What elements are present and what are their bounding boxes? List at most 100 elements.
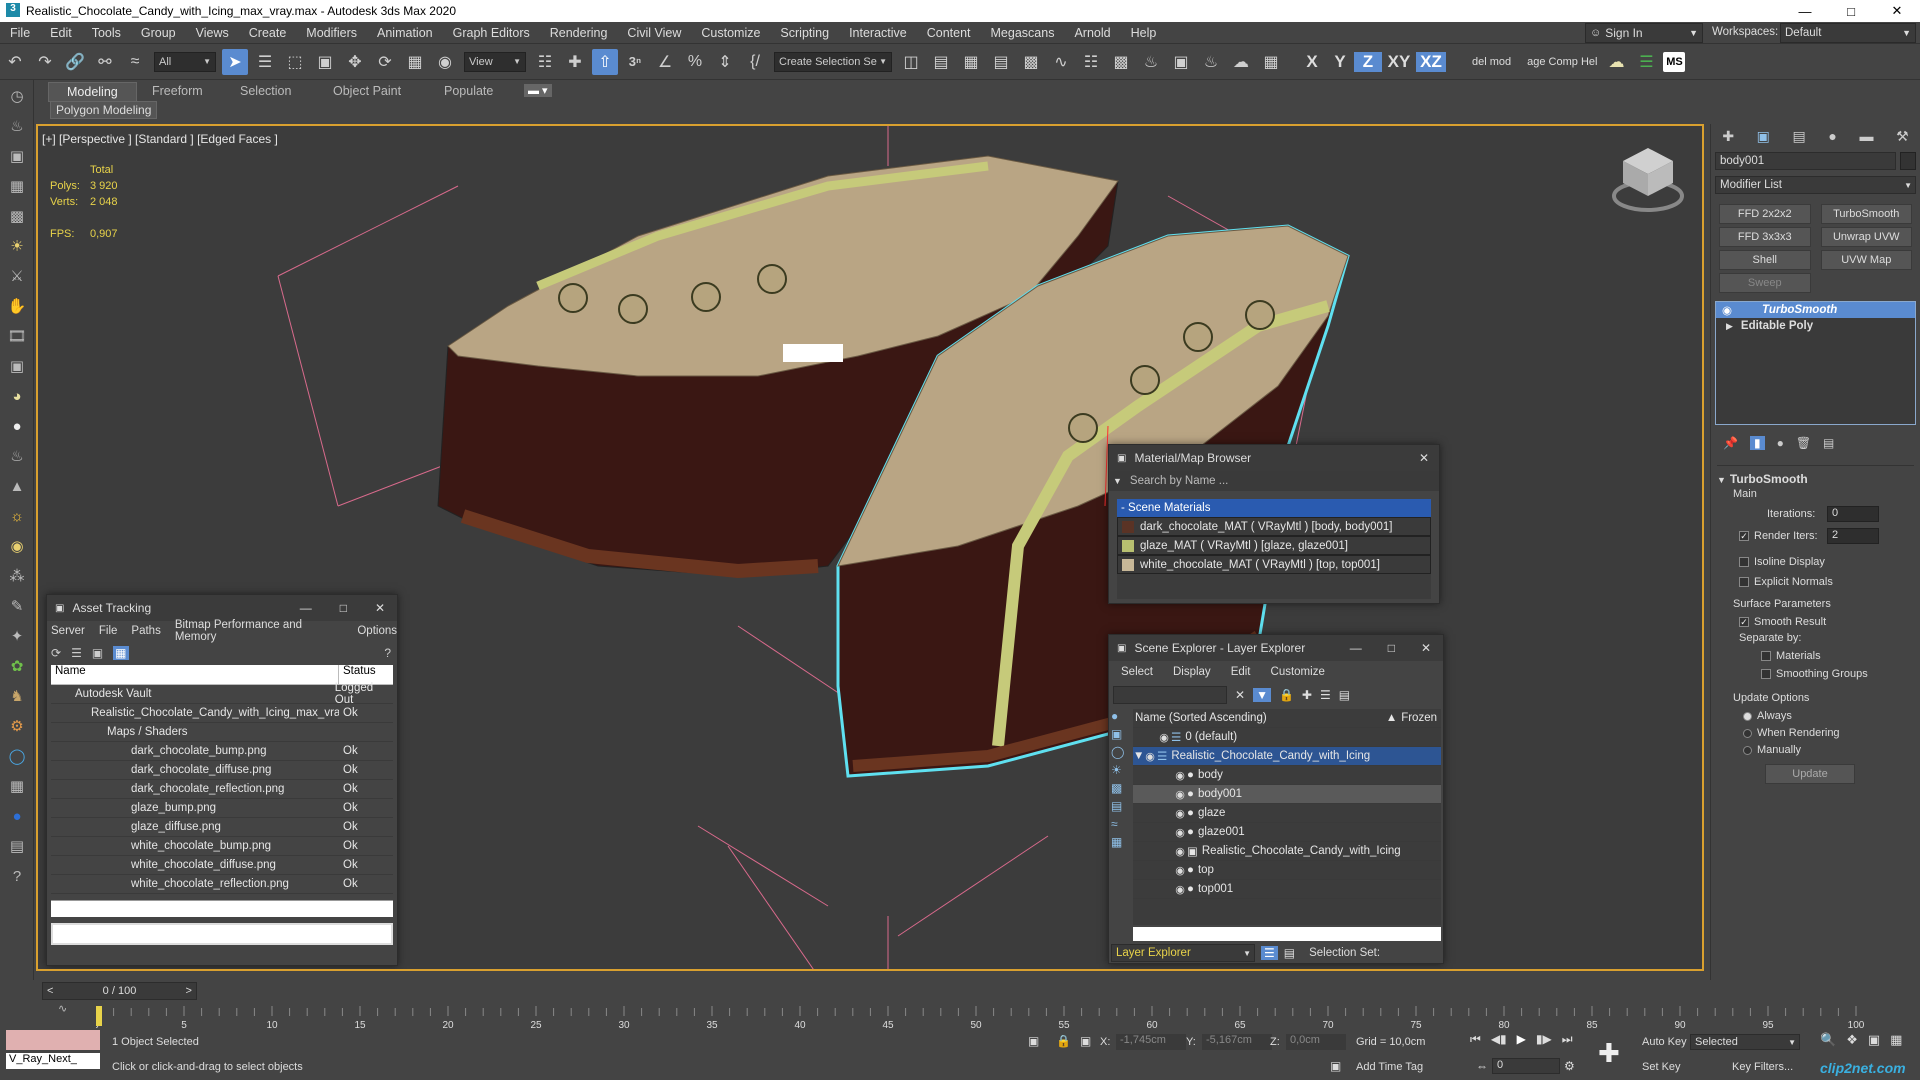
percent-snap-button[interactable]: % [682, 49, 708, 75]
viewport-icon[interactable]: ◷ [2, 82, 32, 110]
menu-megascans[interactable]: Megascans [981, 26, 1065, 40]
script-listener-field[interactable]: V_Ray_Next_ [6, 1053, 100, 1069]
menu-content[interactable]: Content [917, 26, 981, 40]
prev-frame-icon[interactable]: < [47, 985, 53, 997]
menu-help[interactable]: Help [1121, 26, 1167, 40]
update-button[interactable]: Update [1765, 764, 1855, 784]
play-icon[interactable]: ▶ [1517, 1032, 1526, 1047]
paint-icon[interactable]: ✎ [2, 592, 32, 620]
tab-selection[interactable]: Selection [222, 82, 309, 100]
menu-rendering[interactable]: Rendering [540, 26, 618, 40]
next-key-icon[interactable]: ▮▶ [1536, 1032, 1552, 1047]
table-row[interactable]: glaze_diffuse.png Ok [51, 818, 393, 837]
move-button[interactable]: ✥ [342, 49, 368, 75]
collapse-icon[interactable]: ▼ [1133, 750, 1144, 762]
table-row[interactable]: glaze_bump.png Ok [51, 799, 393, 818]
scene-search-input[interactable] [1113, 686, 1227, 704]
isoline-checkbox[interactable] [1739, 557, 1749, 568]
select-by-name-button[interactable]: ☰ [252, 49, 278, 75]
bind-space-warp-button[interactable]: ≈ [122, 49, 148, 75]
layer-stack-icon[interactable]: ☰ [1261, 946, 1278, 960]
helpers-icon[interactable]: ▤ [1111, 799, 1131, 813]
table-row[interactable]: Autodesk Vault Logged Out [51, 682, 393, 706]
motion-tab-icon[interactable]: ● [1828, 128, 1836, 144]
display-tab-icon[interactable]: ▬ [1859, 128, 1873, 144]
horse-icon[interactable]: ♞ [2, 682, 32, 710]
eye-icon[interactable]: ◉ [1173, 845, 1187, 858]
light-bulb-icon[interactable]: ☀ [2, 232, 32, 260]
megascans-button[interactable]: ☁ [1603, 49, 1629, 75]
menu-customize[interactable]: Customize [691, 26, 770, 40]
menu-civil-view[interactable]: Civil View [617, 26, 691, 40]
maximize-button[interactable]: □ [1828, 0, 1874, 22]
eye-icon[interactable]: ◉ [1173, 864, 1187, 877]
groups-icon[interactable]: ▦ [1111, 835, 1131, 849]
table-row[interactable]: dark_chocolate_reflection.png Ok [51, 780, 393, 799]
motion-icon[interactable]: ✦ [2, 622, 32, 650]
explorer-type-dropdown[interactable]: Layer Explorer ▼ [1111, 944, 1255, 962]
table-row[interactable]: ◉ ● glaze001 [1133, 823, 1441, 842]
leaf-icon[interactable]: ✿ [2, 652, 32, 680]
key-selection-dropdown[interactable]: Selected ▼ [1690, 1034, 1800, 1050]
when-rendering-radio[interactable] [1743, 728, 1752, 738]
window-crossing-button[interactable]: ▣ [312, 49, 338, 75]
eye-icon[interactable]: ◉ [1173, 807, 1187, 820]
render-iters-spinner[interactable]: 2 [1827, 528, 1879, 544]
grid-view-icon[interactable]: ▦ [113, 646, 129, 660]
lock-selection-icon[interactable]: 🔒 [1056, 1034, 1071, 1048]
render-iters-checkbox[interactable]: ✓ [1739, 531, 1749, 541]
always-radio[interactable] [1743, 711, 1752, 721]
table-row[interactable]: ◉ ▣ Realistic_Chocolate_Candy_with_Icing [1133, 842, 1441, 861]
rollout-header[interactable]: ▼ TurboSmooth [1717, 472, 1914, 486]
object-color-swatch[interactable] [1900, 152, 1916, 170]
tab-freeform[interactable]: Freeform [134, 82, 221, 100]
table-view-icon[interactable]: ▣ [92, 646, 103, 660]
help-icon[interactable]: ? [2, 862, 32, 890]
modifier-list-dropdown[interactable]: Modifier List ▼ [1715, 176, 1916, 194]
asset-path-field[interactable] [51, 923, 393, 945]
material-browser-titlebar[interactable]: ▣ Material/Map Browser ✕ [1109, 445, 1439, 471]
file-icon[interactable]: ▤ [2, 832, 32, 860]
toggle-layer-explorer-button[interactable]: ▤ [988, 49, 1014, 75]
create-tab-icon[interactable]: ✚ [1722, 128, 1734, 145]
horizontal-scrollbar[interactable] [51, 900, 393, 914]
key-filters-button[interactable]: Key Filters... [1732, 1061, 1793, 1073]
menu-select[interactable]: Select [1121, 666, 1153, 678]
select-object-button[interactable]: ➤ [222, 48, 248, 75]
render-in-cloud-button[interactable]: ☁ [1228, 49, 1254, 75]
configure-icon[interactable]: ▤ [1823, 436, 1834, 450]
table-row[interactable]: white_chocolate_bump.png Ok [51, 837, 393, 856]
stack-item-editable-poly[interactable]: ▶ Editable Poly [1716, 318, 1915, 334]
curve-toggle-icon[interactable]: ∿ [58, 1002, 67, 1015]
prev-key-icon[interactable]: ◀▮ [1491, 1032, 1507, 1047]
minimize-button[interactable]: — [1782, 0, 1828, 22]
set-key-button[interactable]: Set Key [1642, 1061, 1681, 1073]
hierarchy-tab-icon[interactable]: ▤ [1793, 128, 1806, 145]
workspace-dropdown[interactable]: Default ▼ [1780, 23, 1916, 43]
listener-pink-field[interactable] [6, 1030, 100, 1050]
cameras-icon[interactable]: ▩ [1111, 781, 1131, 795]
lock-icon[interactable]: 🔒 [1279, 688, 1294, 702]
maximize-icon[interactable]: □ [340, 601, 347, 615]
material-search-input[interactable]: Search by Name ... [1130, 475, 1228, 487]
key-mode-icon[interactable]: ⇔ [1476, 1059, 1488, 1073]
time-slider[interactable]: < 0 / 100 > [42, 982, 197, 1000]
eye-icon[interactable]: ◉ [1173, 883, 1187, 896]
list-item[interactable]: dark_chocolate_MAT ( VRayMtl ) [body, bo… [1117, 517, 1431, 536]
unwrap-uvw-button[interactable]: Unwrap UVW [1820, 227, 1912, 247]
axis-y-button[interactable]: Y [1326, 52, 1354, 72]
refresh-icon[interactable]: ⟳ [51, 646, 61, 660]
modify-tab-icon[interactable]: ▣ [1757, 128, 1770, 145]
del-mod-button[interactable]: del mod [1472, 56, 1511, 68]
tab-modeling[interactable]: Modeling [48, 82, 137, 102]
list-view-icon[interactable]: ☰ [71, 646, 82, 660]
disk-icon[interactable]: ◉ [2, 532, 32, 560]
dome-icon[interactable]: ◕ [2, 382, 32, 410]
layer-manager-icon[interactable]: ▤ [1284, 946, 1295, 960]
go-to-start-icon[interactable]: ⏮ [1470, 1032, 1481, 1047]
clear-icon[interactable]: ✕ [1235, 688, 1245, 702]
curve-editor-button[interactable]: ∿ [1048, 49, 1074, 75]
ffd-2x2x2-button[interactable]: FFD 2x2x2 [1719, 204, 1811, 224]
go-to-end-icon[interactable]: ⏭ [1562, 1032, 1573, 1047]
film-icon[interactable]: 🎞 [2, 322, 32, 350]
